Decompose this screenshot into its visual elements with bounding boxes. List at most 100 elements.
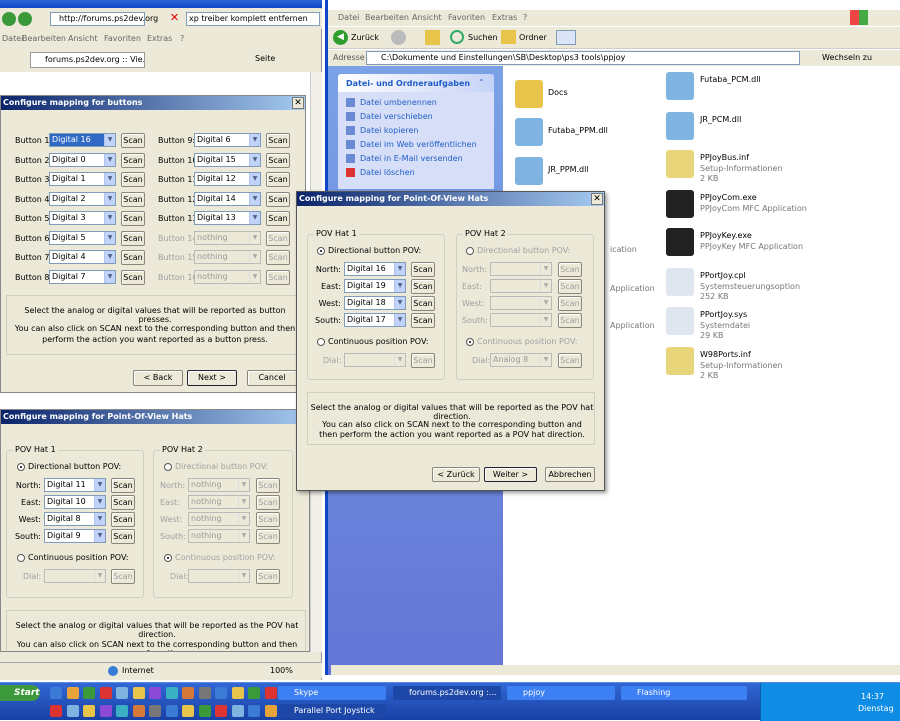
button-mapping-select[interactable]: Digital 2 ▼ [49, 191, 116, 206]
up-folder-icon[interactable] [425, 30, 440, 45]
back-icon[interactable]: ◀ [333, 30, 348, 45]
ie-tab[interactable]: forums.ps2dev.org :: Vie... [30, 52, 145, 68]
back-button[interactable]: Zurück [351, 33, 379, 42]
button-mapping-select[interactable]: Digital 15 ▼ [194, 152, 261, 167]
next-button[interactable]: Next > [187, 370, 237, 386]
task-link[interactable]: Datei in E-Mail versenden [360, 154, 463, 163]
task-link[interactable]: Datei kopieren [360, 126, 418, 135]
quick-launch-icon[interactable] [231, 705, 244, 717]
pov-mapping-select[interactable]: Digital 17 ▼ [344, 313, 406, 327]
back-icon[interactable] [2, 12, 16, 26]
button-mapping-select[interactable]: Digital 4 ▼ [49, 250, 116, 264]
quick-launch-icon[interactable] [132, 705, 145, 717]
quick-launch-icon[interactable] [264, 687, 277, 699]
scan-button[interactable]: Scan [111, 478, 135, 493]
pov-mapping-select[interactable]: Digital 18 ▼ [344, 296, 406, 310]
close-icon[interactable]: ✕ [591, 193, 603, 205]
scan-button[interactable]: Scan [411, 262, 435, 277]
pov-mode-radio[interactable]: Directional button POV: [17, 462, 121, 471]
menu-help[interactable]: ? [180, 34, 184, 43]
button-mapping-select[interactable]: Digital 13 ▼ [194, 211, 261, 225]
button-mapping-select[interactable]: Digital 12 ▼ [194, 172, 261, 186]
forward-icon[interactable] [391, 30, 406, 45]
button-mapping-select[interactable]: Digital 7 ▼ [49, 269, 116, 284]
pov-mapping-select[interactable]: Digital 16 ▼ [344, 262, 406, 276]
quick-launch-icon[interactable] [66, 687, 79, 699]
menu-datei[interactable]: Datei [2, 34, 23, 43]
file-name[interactable]: Docs [548, 88, 568, 97]
quick-launch-icon[interactable] [116, 687, 128, 699]
file-icon[interactable] [666, 72, 694, 100]
next-button[interactable]: Weiter > [484, 467, 537, 482]
folders-icon[interactable] [501, 30, 516, 44]
quick-launch-icon[interactable] [165, 705, 178, 717]
quick-launch-icon[interactable] [248, 687, 260, 699]
quick-launch-icon[interactable] [165, 687, 178, 699]
quick-launch-icon[interactable] [132, 687, 145, 699]
file-name[interactable]: Futaba_PPM.dll [548, 126, 608, 135]
quick-launch-icon[interactable] [264, 705, 277, 717]
search-button[interactable]: Suchen [468, 33, 498, 42]
task-link[interactable]: Datei umbenennen [360, 98, 437, 107]
stop-icon[interactable]: ✕ [168, 12, 181, 25]
button-mapping-select[interactable]: Digital 6 ▼ [194, 133, 261, 147]
pov-mapping-select[interactable]: Digital 19 ▼ [344, 279, 406, 293]
quick-launch-icon[interactable] [149, 705, 161, 717]
pov-mode-radio[interactable]: Continuous position POV: [17, 553, 128, 562]
file-icon[interactable] [666, 307, 694, 335]
views-icon[interactable] [556, 30, 576, 45]
back-button[interactable]: < Zurück [432, 467, 480, 482]
scan-button[interactable]: Scan [121, 269, 145, 285]
address-field[interactable]: C:\Dokumente und Einstellungen\SB\Deskto… [366, 51, 800, 65]
menu-ansicht[interactable]: Ansicht [68, 34, 98, 43]
task-link[interactable]: Datei löschen [360, 168, 415, 177]
button-mapping-select[interactable]: Digital 1 ▼ [49, 172, 116, 186]
dll-icon[interactable] [515, 118, 543, 146]
file-name[interactable]: PPJoyCom.exe [700, 193, 757, 202]
menu-bearbeiten[interactable]: Bearbeiten [22, 34, 66, 43]
zoom-level[interactable]: 100% [270, 666, 293, 675]
file-name[interactable]: JR_PPM.dll [548, 165, 589, 174]
close-icon[interactable]: ✕ [292, 97, 304, 109]
quick-launch-icon[interactable] [50, 687, 62, 699]
button-mapping-select[interactable]: Digital 14 ▼ [194, 191, 261, 206]
url-field[interactable]: http://forums.ps2dev.org [50, 12, 158, 26]
collapse-icon[interactable]: ⌃ [478, 78, 485, 87]
file-name[interactable]: PPortJoy.cpl [700, 271, 746, 280]
file-name[interactable]: W98Ports.inf [700, 350, 751, 359]
quick-launch-icon[interactable] [83, 687, 95, 699]
menu-favoriten[interactable]: Favoriten [104, 34, 141, 43]
cancel-button[interactable]: Abbrechen [545, 467, 595, 482]
scan-button[interactable]: Scan [121, 191, 145, 207]
quick-launch-icon[interactable] [66, 705, 79, 717]
file-name[interactable]: PPJoyKey.exe [700, 231, 752, 240]
search-field[interactable]: xp treiber komplett entfernen [186, 12, 320, 26]
task-panel-header[interactable]: Datei- und Ordneraufgaben ⌃ [338, 74, 494, 92]
scan-button[interactable]: Scan [411, 279, 435, 294]
dll-icon[interactable] [515, 157, 543, 185]
scan-button[interactable]: Scan [121, 211, 145, 226]
scan-button[interactable]: Scan [121, 152, 145, 168]
go-button[interactable]: Wechseln zu [822, 53, 872, 62]
cancel-button[interactable]: Cancel [247, 370, 297, 386]
scan-button[interactable]: Scan [121, 133, 145, 148]
forward-icon[interactable] [18, 12, 32, 26]
file-icon[interactable] [666, 150, 694, 178]
pov-mode-radio[interactable]: Directional button POV: [317, 246, 421, 255]
folder-icon[interactable] [515, 80, 543, 108]
quick-launch-icon[interactable] [116, 705, 128, 717]
task-link[interactable]: Datei verschieben [360, 112, 433, 121]
pov-mapping-select[interactable]: Digital 11 ▼ [44, 478, 106, 492]
task-flashing[interactable]: Flashing [621, 686, 747, 700]
scan-button[interactable]: Scan [121, 250, 145, 265]
file-icon[interactable] [666, 190, 694, 218]
button-mapping-select[interactable]: Digital 3 ▼ [49, 211, 116, 225]
file-icon[interactable] [666, 228, 694, 256]
file-icon[interactable] [666, 112, 694, 140]
scan-button[interactable]: Scan [111, 512, 135, 527]
scan-button[interactable]: Scan [111, 495, 135, 510]
file-name[interactable]: JR_PCM.dll [700, 115, 741, 124]
search-icon[interactable] [450, 30, 464, 44]
start-button[interactable]: Start [0, 685, 40, 701]
button-mapping-select[interactable]: Digital 0 ▼ [49, 152, 116, 167]
